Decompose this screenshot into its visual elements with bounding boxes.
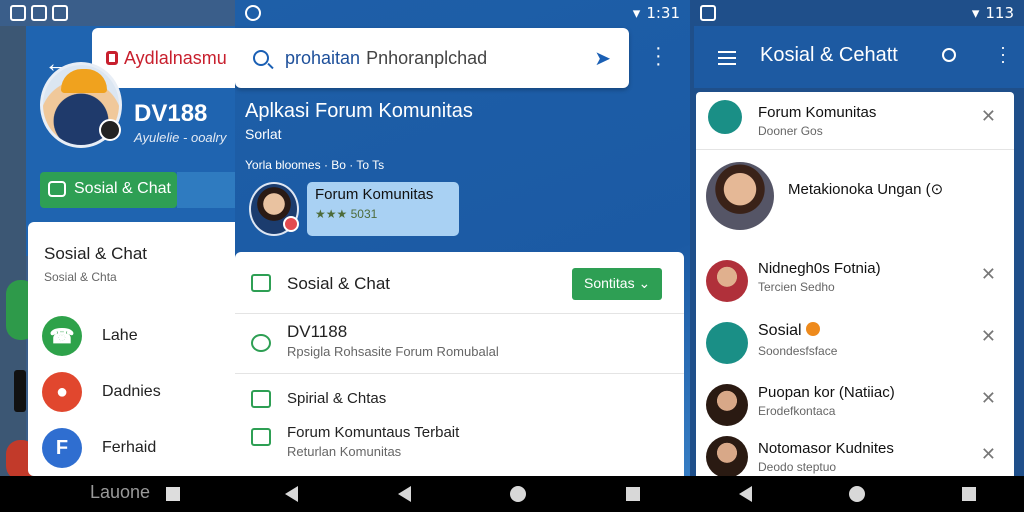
category-card: Sosial & Chat Sosial & Chta ☎ Lahe ● Dad… [28, 222, 235, 476]
hat [61, 69, 107, 93]
recents-icon[interactable] [961, 487, 976, 501]
signal-icon: ▾ [971, 4, 980, 22]
avatar [706, 384, 748, 426]
list-item[interactable]: DV1188 Rpsigla Rohsasite Forum Romubalal [235, 314, 684, 374]
more-vert-icon[interactable]: · · · [1000, 38, 1006, 70]
close-icon[interactable]: ✕ [981, 388, 996, 409]
list-item[interactable]: F Ferhaid [42, 426, 156, 470]
status-time: 1:31 [646, 4, 680, 22]
search-query[interactable]: prohaitan [285, 48, 360, 69]
card-title: Sosial & Chat [44, 244, 147, 263]
close-icon[interactable]: ✕ [981, 326, 996, 347]
signal-icon: ▾ [632, 4, 641, 22]
list-item[interactable]: Forum Komuntaus Terbait Returlan Komunit… [235, 418, 684, 476]
list-item[interactable]: Spirial & Chtas [235, 374, 684, 418]
nav-bar [235, 476, 690, 512]
back-icon[interactable] [738, 486, 752, 502]
forum-card[interactable]: Forum Komunitas ★★★ 5031 [307, 182, 459, 236]
sontitas-button[interactable]: Sontitas ⌄ [572, 268, 662, 300]
app-bar: Kosial & Cehatt · · · [694, 26, 1024, 88]
list-item[interactable]: Sosial & Chat Sontitas ⌄ [235, 252, 684, 314]
home-icon[interactable] [848, 486, 865, 502]
home-icon[interactable] [510, 486, 527, 502]
back-icon[interactable] [284, 486, 298, 502]
status-bar: ▾ 113 [690, 0, 1024, 26]
list-item[interactable]: Metakionoka Ungan (⊙ [696, 150, 1014, 250]
social-chat-chip[interactable]: Sosial & Chat [40, 172, 177, 208]
search-query[interactable]: Pnhoranplchad [366, 48, 487, 69]
status-bar: ▾ 1:31 [235, 0, 690, 26]
bottom-label: Lauone [90, 482, 151, 502]
forum-icon [708, 100, 742, 134]
menu-icon[interactable] [718, 51, 736, 65]
list-item[interactable]: ● Dadnies [42, 370, 161, 414]
verified-badge-icon [805, 322, 820, 336]
forum-card-title: Forum Komunitas [315, 186, 434, 203]
page-meta: Yorla bloomes · Bo · To Ts [245, 158, 385, 172]
recents-icon[interactable] [626, 487, 641, 501]
notification-icon [245, 5, 261, 21]
chat-icon [251, 390, 271, 408]
notification-icon [10, 5, 26, 21]
chart-icon [251, 274, 271, 292]
notification-icon [700, 5, 716, 21]
status-bar [0, 0, 235, 26]
close-icon[interactable]: ✕ [981, 106, 996, 127]
rating: ★★★ 5031 [315, 207, 378, 221]
card-subtitle: Sosial & Chta [44, 270, 117, 284]
chat-bubble-icon: ● [42, 372, 82, 412]
close-icon[interactable]: ✕ [981, 444, 996, 465]
page-subtitle: Sorlat [245, 126, 282, 142]
list-icon [251, 428, 271, 446]
avatar [706, 436, 748, 476]
nav-bar [690, 476, 1024, 512]
send-icon[interactable]: ➤ [594, 46, 611, 71]
more-vert-icon[interactable]: · · · [655, 38, 662, 74]
list-item[interactable]: ☎ Lahe [42, 314, 138, 358]
chat-list: Forum Komunitas Dooner Gos ✕ Metakionoka… [696, 92, 1014, 476]
check-icon [251, 334, 271, 352]
notification-icon [30, 5, 47, 21]
phone-icon: ☎ [42, 316, 82, 356]
search-icon[interactable] [942, 48, 956, 62]
f-icon: F [42, 428, 82, 468]
list-item[interactable]: Sosial Soondesfsface ✕ [696, 312, 1014, 374]
chat-icon [48, 181, 66, 197]
panel-profile: ← Aydlalnasmu DV188 Ayulelie - ooalry So… [0, 0, 235, 512]
recents-icon[interactable] [166, 487, 180, 501]
close-icon[interactable]: ✕ [981, 264, 996, 285]
notes-icon [706, 322, 748, 364]
notification-icon [51, 5, 68, 21]
profile-name: DV188 [134, 100, 208, 127]
profile-subtitle: Ayulelie - ooalry [134, 130, 227, 145]
list-item[interactable]: Puopan kor (Natiiac) Erodefkontaca ✕ [696, 374, 1014, 436]
avatar[interactable] [249, 182, 299, 236]
bottom-sheet: Sosial & Chat Sontitas ⌄ DV1188 Rpsigla … [235, 252, 684, 476]
chip-track [177, 172, 235, 208]
avatar[interactable] [40, 62, 122, 148]
page-title: Aplkasi Forum Komunitas [245, 100, 473, 122]
status-time: 113 [985, 4, 1014, 22]
status-dot [283, 216, 299, 232]
app-logo-icon [106, 51, 118, 65]
list-item[interactable]: Notomasor Kudnites Deodo steptuo ✕ [696, 434, 1014, 476]
page-title: Kosial & Cehatt [760, 44, 898, 66]
list-item[interactable]: Forum Komunitas Dooner Gos ✕ [696, 92, 1014, 150]
search-icon [253, 50, 269, 66]
background-app-icon [14, 370, 26, 412]
search-bar[interactable]: prohaitan Pnhoranplchad ➤ [235, 28, 629, 88]
back-icon[interactable] [397, 486, 411, 502]
panel-forum: ▾ 1:31 prohaitan Pnhoranplchad ➤ · · · Aplk… [235, 0, 690, 512]
avatar [706, 162, 774, 230]
panel-chat-list: ▾ 113 Kosial & Cehatt · · · Forum Komunitas… [690, 0, 1024, 512]
avatar [706, 260, 748, 302]
list-item[interactable]: Nidnegh0s Fotnia) Tercien Sedho ✕ [696, 250, 1014, 312]
badge-icon [99, 119, 121, 141]
